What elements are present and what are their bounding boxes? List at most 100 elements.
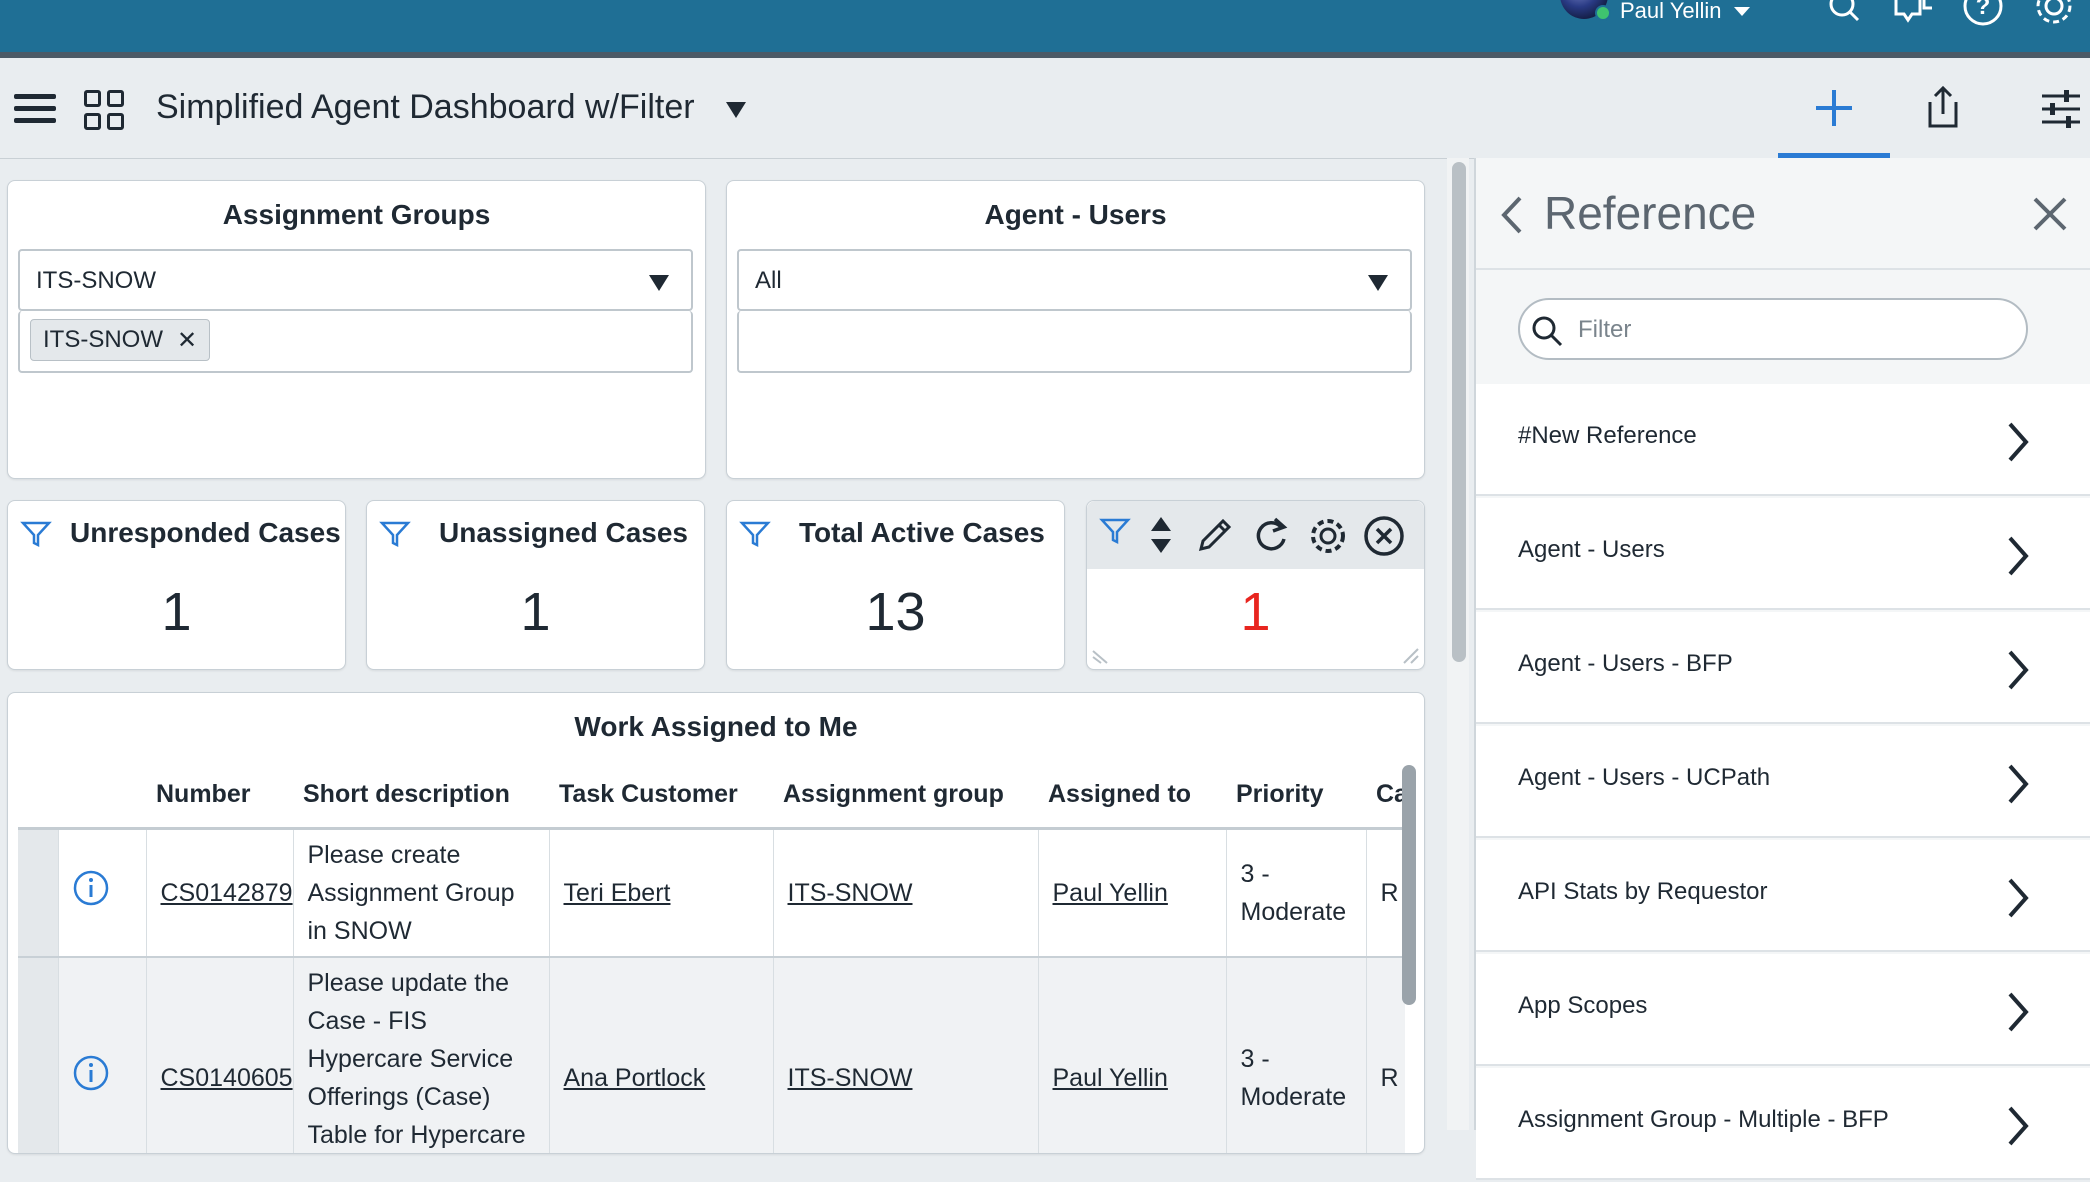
- agent-users-select[interactable]: All: [737, 249, 1412, 311]
- chevron-down-icon: [1733, 6, 1750, 16]
- work-table: Number Short description Task Customer A…: [18, 761, 1408, 1153]
- close-icon[interactable]: ✕: [177, 326, 197, 355]
- sort-icon[interactable]: [1149, 515, 1173, 560]
- widget-toolbar: [1087, 501, 1424, 569]
- user-menu[interactable]: Paul Yellin: [1560, 0, 1750, 23]
- info-icon[interactable]: [73, 1055, 109, 1102]
- chevron-left-icon[interactable]: [1498, 194, 1524, 241]
- filter-input[interactable]: [1576, 310, 2010, 350]
- plus-icon: [1816, 90, 1852, 126]
- share-icon[interactable]: [1926, 85, 1960, 135]
- assignment-groups-select[interactable]: ITS-SNOW: [18, 249, 693, 311]
- info-icon[interactable]: [73, 870, 109, 917]
- agent-users-tag-box[interactable]: [737, 311, 1412, 373]
- selected-widget-card[interactable]: 1: [1086, 500, 1425, 670]
- filter-icon[interactable]: [1099, 515, 1131, 554]
- column-header[interactable]: Number: [146, 761, 293, 830]
- list-item-label: API Stats by Requestor: [1518, 878, 1768, 905]
- top-nav-bar: Paul Yellin ?: [0, 0, 2090, 52]
- hamburger-icon[interactable]: [14, 94, 56, 124]
- short-description: Please update the Case - FIS Hypercare S…: [292, 957, 549, 1153]
- dashboard-title[interactable]: Simplified Agent Dashboard w/Filter: [156, 88, 695, 127]
- assigned-to-link[interactable]: Paul Yellin: [1053, 1064, 1168, 1092]
- list-item[interactable]: API Stats by Requestor: [1476, 840, 2090, 952]
- unassigned-cases-card[interactable]: Unassigned Cases 1: [366, 500, 705, 670]
- assignment-group-link[interactable]: ITS-SNOW: [788, 1064, 913, 1092]
- total-active-cases-card[interactable]: Total Active Cases 13: [726, 500, 1065, 670]
- dashboard-title-bar: Simplified Agent Dashboard w/Filter: [0, 58, 2090, 159]
- main-scrollbar[interactable]: [1452, 162, 1466, 662]
- agent-users-selected: All: [755, 267, 782, 294]
- refresh-icon[interactable]: [1251, 515, 1291, 560]
- stat-title: Unassigned Cases: [439, 517, 688, 548]
- search-icon[interactable]: [1826, 0, 1866, 29]
- priority: 3 - Moderate: [1225, 957, 1366, 1153]
- chevron-right-icon: [2006, 420, 2030, 469]
- list-item[interactable]: Assignment Group - Multiple - BFP: [1476, 1068, 2090, 1180]
- table-row: CS0140605 Please update the Case - FIS H…: [18, 957, 1405, 1153]
- stat-value[interactable]: 1: [8, 581, 345, 643]
- panel-title: Reference: [1544, 187, 1757, 239]
- chevron-right-icon: [2006, 1104, 2030, 1153]
- table-row: CS0142879 Please create Assignment Group…: [18, 828, 1405, 958]
- table-scrollbar[interactable]: [1402, 765, 1416, 1005]
- column-header[interactable]: Priority: [1226, 761, 1366, 830]
- add-widget-button[interactable]: [1778, 58, 1890, 158]
- chevron-right-icon: [2006, 990, 2030, 1039]
- task-customer-link[interactable]: Teri Ebert: [564, 879, 671, 907]
- chevron-down-icon: [1368, 275, 1388, 291]
- online-status-dot: [1595, 5, 1611, 21]
- short-description: Please create Assignment Group in SNOW: [292, 828, 549, 958]
- sliders-icon[interactable]: [2040, 88, 2082, 135]
- list-item-label: #New Reference: [1518, 422, 1697, 449]
- pencil-icon[interactable]: [1195, 515, 1235, 560]
- dashboard-dropdown-icon[interactable]: [726, 102, 746, 118]
- column-header[interactable]: Assigned to: [1038, 761, 1226, 830]
- filter-icon[interactable]: [379, 519, 411, 556]
- list-item-label: Agent - Users - UCPath: [1518, 764, 1771, 791]
- filter-icon[interactable]: [739, 519, 771, 556]
- assignment-groups-selected: ITS-SNOW: [36, 267, 156, 294]
- list-item[interactable]: Agent - Users: [1476, 498, 2090, 610]
- column-header[interactable]: Short description: [293, 761, 549, 830]
- stat-title: Unresponded Cases: [70, 517, 341, 548]
- chat-icon[interactable]: [1892, 0, 1936, 29]
- column-header[interactable]: Ca: [1366, 761, 1408, 830]
- assignment-group-link[interactable]: ITS-SNOW: [788, 879, 913, 907]
- case-number-link[interactable]: CS0142879: [161, 879, 293, 907]
- list-item[interactable]: App Scopes: [1476, 954, 2090, 1066]
- list-item-label: Agent - Users: [1518, 536, 1665, 563]
- filter-icon[interactable]: [20, 519, 52, 556]
- close-icon[interactable]: [2032, 196, 2068, 237]
- resize-handle-icon[interactable]: [1398, 643, 1420, 665]
- gear-icon[interactable]: [2032, 0, 2076, 33]
- reference-list: #New Reference Agent - Users Agent - Use…: [1476, 384, 2090, 1182]
- list-item-label: Agent - Users - BFP: [1518, 650, 1733, 677]
- grid-icon[interactable]: [84, 90, 124, 130]
- stat-value[interactable]: 13: [727, 581, 1064, 643]
- assignment-groups-tag-box[interactable]: ITS-SNOW ✕: [18, 311, 693, 373]
- case-number-link[interactable]: CS0140605: [161, 1064, 293, 1092]
- resize-handle-icon[interactable]: [1091, 643, 1113, 665]
- stat-value[interactable]: 1: [367, 581, 704, 643]
- list-item[interactable]: Agent - Users - UCPath: [1476, 726, 2090, 838]
- assigned-to-link[interactable]: Paul Yellin: [1053, 879, 1168, 907]
- task-customer-link[interactable]: Ana Portlock: [564, 1064, 706, 1092]
- help-icon[interactable]: ?: [1962, 0, 2004, 33]
- ca-value: R: [1365, 828, 1405, 958]
- column-header[interactable]: Assignment group: [773, 761, 1038, 830]
- chip-label: ITS-SNOW: [43, 326, 163, 353]
- column-header[interactable]: Task Customer: [549, 761, 773, 830]
- assignment-group-chip: ITS-SNOW ✕: [30, 319, 211, 361]
- chevron-down-icon: [649, 275, 669, 291]
- list-item-label: App Scopes: [1518, 992, 1648, 1019]
- panel-search: [1518, 298, 2028, 360]
- list-item[interactable]: #New Reference: [1476, 384, 2090, 496]
- close-circle-icon[interactable]: [1363, 515, 1405, 562]
- unresponded-cases-card[interactable]: Unresponded Cases 1: [7, 500, 346, 670]
- gear-icon[interactable]: [1307, 515, 1349, 562]
- chevron-right-icon: [2006, 876, 2030, 925]
- list-item[interactable]: Agent - Users - BFP: [1476, 612, 2090, 724]
- work-assigned-title: Work Assigned to Me: [574, 711, 858, 742]
- stat-value[interactable]: 1: [1087, 581, 1424, 643]
